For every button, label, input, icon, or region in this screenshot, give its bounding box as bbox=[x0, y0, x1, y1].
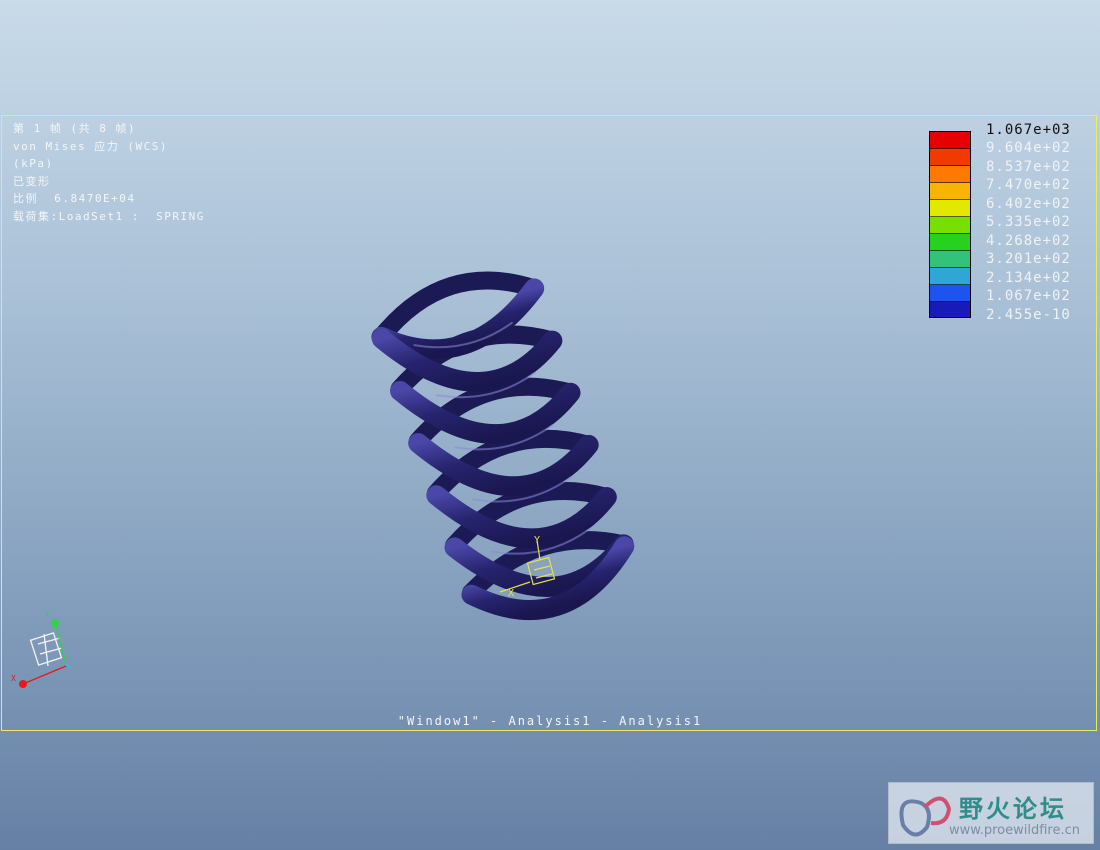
csys-y-label: Y bbox=[534, 535, 540, 546]
legend-swatch-4 bbox=[930, 183, 970, 200]
watermark-url: www.proewildfire.cn bbox=[949, 823, 1080, 838]
result-units: (kPa) bbox=[13, 157, 54, 170]
legend-tick-11: 2.455e-10 bbox=[986, 307, 1071, 323]
legend-swatch-1 bbox=[930, 132, 970, 149]
legend-color-bar bbox=[929, 131, 971, 318]
legend-swatch-8 bbox=[930, 251, 970, 268]
window-title: "Window1" - Analysis1 - Analysis1 bbox=[397, 714, 703, 728]
legend-tick-5: 6.402e+02 bbox=[986, 196, 1071, 212]
result-info-panel: 第 1 帧 (共 8 帧) von Mises 应力 (WCS) (kPa) 已… bbox=[13, 120, 205, 225]
view-triad-icon[interactable]: Y X bbox=[8, 608, 78, 693]
legend-tick-3: 8.537e+02 bbox=[986, 159, 1071, 175]
legend-tick-9: 2.134e+02 bbox=[986, 270, 1071, 286]
legend-swatch-10 bbox=[930, 285, 970, 302]
legend-tick-1: 1.067e+03 bbox=[986, 122, 1071, 138]
butterfly-logo-icon bbox=[899, 796, 952, 837]
legend-tick-8: 3.201e+02 bbox=[986, 251, 1071, 267]
scale-factor: 比例 6.8470E+04 bbox=[13, 192, 136, 205]
legend-swatch-2 bbox=[930, 149, 970, 166]
legend-swatch-3 bbox=[930, 166, 970, 183]
legend-swatch-5 bbox=[930, 200, 970, 217]
watermark-title: 野火论坛 bbox=[959, 795, 1067, 823]
forum-watermark: 野火论坛 www.proewildfire.cn bbox=[888, 782, 1094, 844]
legend-swatch-9 bbox=[930, 268, 970, 285]
frame-counter: 第 1 帧 (共 8 帧) bbox=[13, 122, 137, 135]
deformed-label: 已变形 bbox=[13, 174, 51, 188]
spring-model[interactable]: Y X bbox=[340, 230, 670, 650]
triad-y-label: Y bbox=[45, 610, 50, 619]
legend-tick-2: 9.604e+02 bbox=[986, 140, 1071, 156]
load-set: 载荷集:LoadSet1 : SPRING bbox=[13, 209, 205, 223]
legend-swatch-11 bbox=[930, 302, 970, 317]
legend-tick-7: 4.268e+02 bbox=[986, 233, 1071, 249]
triad-x-label: X bbox=[11, 674, 16, 683]
legend-swatch-7 bbox=[930, 234, 970, 251]
legend-tick-10: 1.067e+02 bbox=[986, 288, 1071, 304]
legend-tick-4: 7.470e+02 bbox=[986, 177, 1071, 193]
csys-x-label: X bbox=[508, 588, 514, 599]
result-quantity: von Mises 应力 (WCS) bbox=[13, 139, 168, 153]
legend-tick-6: 5.335e+02 bbox=[986, 214, 1071, 230]
legend-swatch-6 bbox=[930, 217, 970, 234]
